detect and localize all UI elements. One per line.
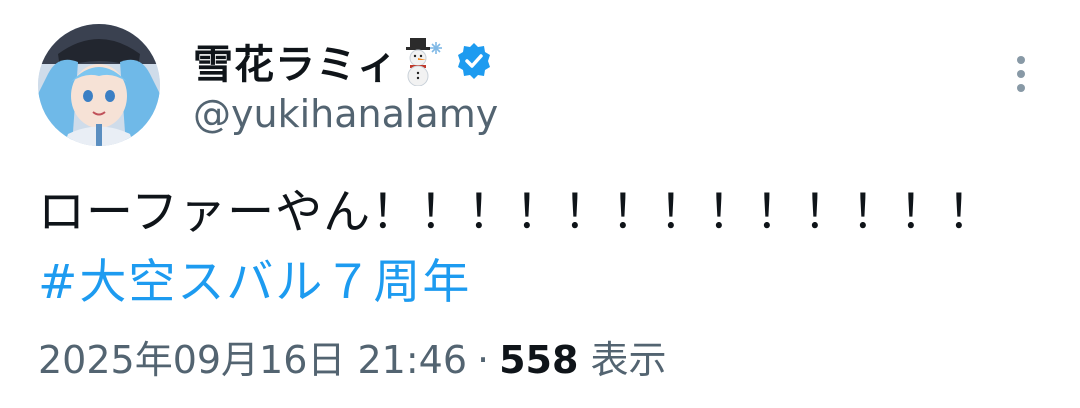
hashtag-link[interactable]: #大空スバル７周年: [38, 250, 471, 316]
avatar-image: [38, 24, 160, 146]
meta-separator: ·: [477, 338, 490, 382]
more-vertical-icon: [1017, 56, 1025, 92]
author-name-row[interactable]: 雪花ラミィ: [193, 30, 494, 92]
tweet-meta: 2025年09月16日 21:46 · 558 表示: [38, 332, 667, 388]
avatar[interactable]: [38, 24, 160, 146]
views-count: 558: [499, 338, 579, 382]
views-label: 表示: [590, 338, 667, 382]
timestamp[interactable]: 2025年09月16日 21:46: [38, 338, 467, 382]
tweet: 雪花ラミィ @yukihanalamy ローファーやん！！！！！！！！！！！！！…: [0, 0, 1080, 408]
verified-badge-icon: [454, 41, 494, 81]
tweet-text: ローファーやん！！！！！！！！！！！！！: [38, 185, 996, 240]
author-handle[interactable]: @yukihanalamy: [193, 92, 498, 136]
display-name[interactable]: 雪花ラミィ: [193, 32, 398, 90]
snowman-with-snowflake-icon: [400, 36, 444, 87]
more-options-button[interactable]: [1006, 52, 1036, 96]
